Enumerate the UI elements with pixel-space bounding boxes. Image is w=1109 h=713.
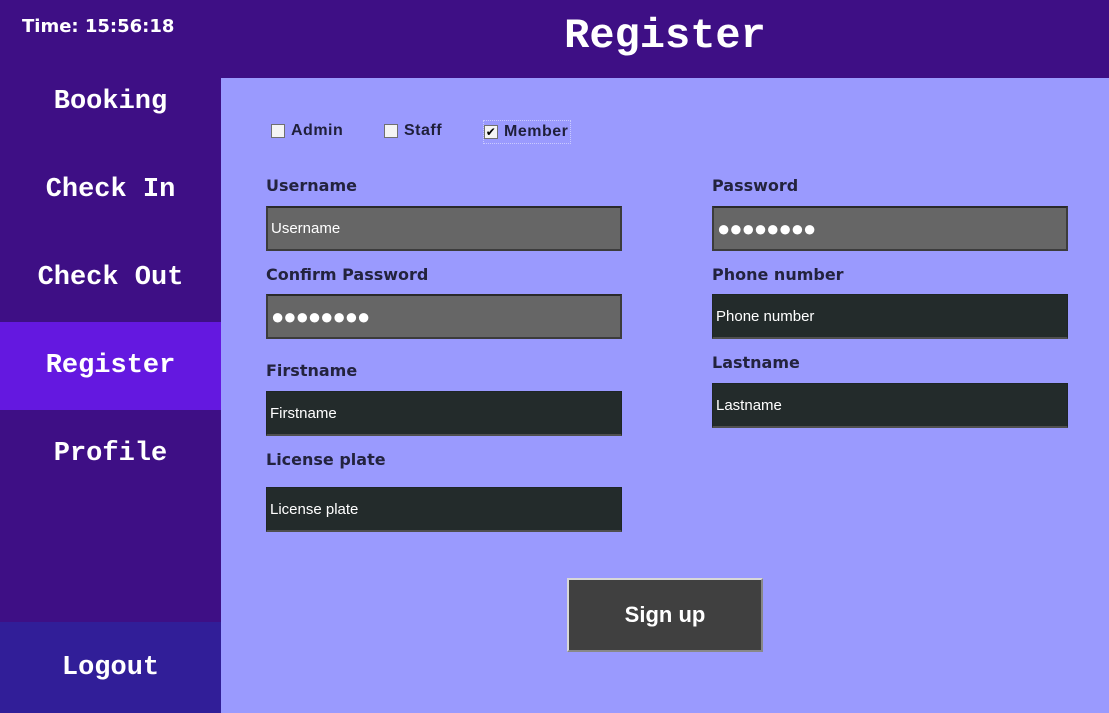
sidebar-item-check-in[interactable]: Check In: [0, 146, 221, 234]
firstname-input[interactable]: Firstname: [266, 391, 622, 436]
phone-number-input[interactable]: Phone number: [712, 294, 1068, 339]
logout-button[interactable]: Logout: [0, 622, 221, 713]
sign-up-button[interactable]: Sign up: [567, 578, 763, 652]
register-form-panel: Admin Staff ✔ Member Username Username P…: [221, 78, 1109, 713]
checkmark-icon: ✔: [484, 125, 498, 139]
clock-label: Time: 15:56:18: [22, 16, 175, 37]
username-input[interactable]: Username: [266, 206, 622, 251]
sidebar-item-check-out[interactable]: Check Out: [0, 234, 221, 322]
role-staff-label: Staff: [404, 122, 443, 139]
sidebar: Booking Check In Check Out Register Prof…: [0, 58, 221, 498]
confirm-password-label: Confirm Password: [266, 265, 429, 284]
username-label: Username: [266, 176, 357, 195]
checkbox-box: [384, 124, 398, 138]
role-member-checkbox[interactable]: ✔ Member: [483, 120, 572, 144]
license-plate-input[interactable]: License plate: [266, 487, 622, 532]
lastname-label: Lastname: [712, 353, 800, 372]
lastname-input[interactable]: Lastname: [712, 383, 1068, 428]
confirm-password-input[interactable]: ●●●●●●●●: [266, 294, 622, 339]
sidebar-item-register[interactable]: Register: [0, 322, 221, 410]
sidebar-item-profile[interactable]: Profile: [0, 410, 221, 498]
page-title: Register: [564, 12, 766, 60]
phone-number-label: Phone number: [712, 265, 844, 284]
license-plate-label: License plate: [266, 450, 386, 469]
password-input[interactable]: ●●●●●●●●: [712, 206, 1068, 251]
checkbox-box: [271, 124, 285, 138]
password-label: Password: [712, 176, 799, 195]
role-staff-checkbox[interactable]: Staff: [384, 120, 442, 142]
role-admin-checkbox[interactable]: Admin: [271, 120, 343, 142]
role-member-label: Member: [504, 123, 569, 140]
firstname-label: Firstname: [266, 361, 358, 380]
role-admin-label: Admin: [291, 122, 344, 139]
sidebar-item-booking[interactable]: Booking: [0, 58, 221, 146]
